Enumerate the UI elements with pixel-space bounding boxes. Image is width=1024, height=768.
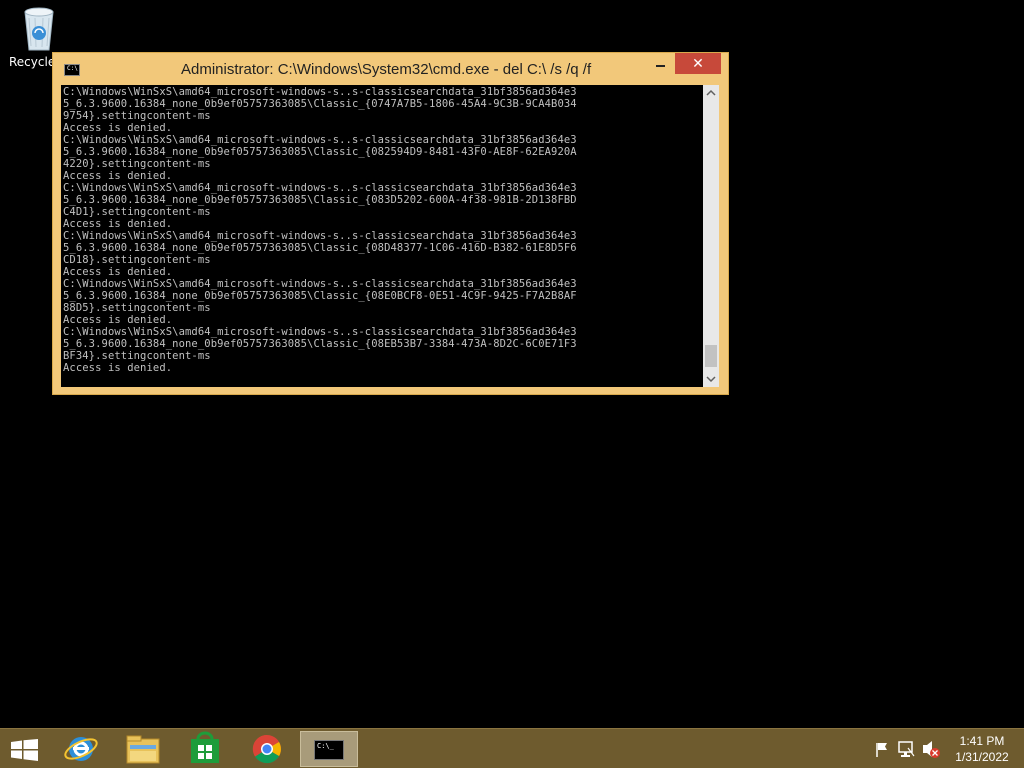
console-line: 9754}.settingcontent-ms — [63, 110, 211, 122]
action-center-flag-icon — [876, 743, 887, 757]
console-line: Access is denied. — [63, 266, 173, 278]
console-line: Access is denied. — [63, 314, 173, 326]
taskbar-chrome[interactable] — [240, 731, 294, 767]
cmd-window[interactable]: C:\ Administrator: C:\Windows\System32\c… — [52, 52, 729, 395]
console-line: C:\Windows\WinSxS\amd64_microsoft-window… — [63, 230, 577, 242]
network-icon — [898, 741, 915, 757]
console-line: 5_6.3.9600.16384_none_0b9ef05757363085\C… — [63, 98, 577, 110]
chevron-up-icon — [706, 89, 716, 96]
taskbar: C:\_ 1:41 PM 1/31/2022 — [0, 728, 1024, 768]
taskbar-internet-explorer[interactable] — [54, 731, 108, 767]
vertical-scrollbar[interactable] — [703, 85, 719, 387]
chrome-icon — [252, 734, 281, 764]
clock-time: 1:41 PM — [959, 734, 1005, 748]
console-line: 88D5}.settingcontent-ms — [63, 302, 211, 314]
minimize-button[interactable] — [648, 53, 674, 74]
windows-logo-icon — [11, 739, 39, 761]
cmd-app-icon[interactable]: C:\ — [64, 64, 80, 76]
console-line: CD18}.settingcontent-ms — [63, 254, 211, 266]
system-clock[interactable]: 1:41 PM 1/31/2022 — [948, 733, 1016, 765]
file-explorer-icon — [126, 735, 160, 764]
console-line: Access is denied. — [63, 362, 173, 374]
console-line: 5_6.3.9600.16384_none_0b9ef05757363085\C… — [63, 146, 577, 158]
window-controls: ✕ — [648, 53, 728, 74]
network-button[interactable] — [896, 729, 918, 768]
console-line: Access is denied. — [63, 122, 173, 134]
console-output[interactable]: C:\Windows\WinSxS\amd64_microsoft-window… — [63, 86, 703, 384]
console-line: C:\Windows\WinSxS\amd64_microsoft-window… — [63, 86, 577, 98]
clock-date: 1/31/2022 — [955, 750, 1009, 764]
taskbar-windows-store[interactable] — [178, 731, 232, 767]
scroll-up-button[interactable] — [703, 85, 719, 101]
volume-button[interactable] — [920, 729, 942, 768]
command-prompt-icon: C:\_ — [314, 740, 344, 760]
close-icon: ✕ — [692, 56, 704, 72]
window-titlebar[interactable]: C:\ Administrator: C:\Windows\System32\c… — [53, 53, 728, 85]
console-line: C4D1}.settingcontent-ms — [63, 206, 211, 218]
console-line: 5_6.3.9600.16384_none_0b9ef05757363085\C… — [63, 242, 577, 254]
console-line: C:\Windows\WinSxS\amd64_microsoft-window… — [63, 182, 577, 194]
console-line: C:\Windows\WinSxS\amd64_microsoft-window… — [63, 134, 577, 146]
volume-muted-icon — [923, 741, 940, 758]
console-line: C:\Windows\WinSxS\amd64_microsoft-window… — [63, 278, 577, 290]
console-line: 5_6.3.9600.16384_none_0b9ef05757363085\C… — [63, 194, 577, 206]
taskbar-command-prompt[interactable]: C:\_ — [300, 731, 358, 767]
console-line: BF34}.settingcontent-ms — [63, 350, 211, 362]
close-button[interactable]: ✕ — [675, 53, 721, 74]
windows-store-icon — [191, 731, 219, 763]
console-line: 5_6.3.9600.16384_none_0b9ef05757363085\C… — [63, 290, 577, 302]
taskbar-file-explorer[interactable] — [116, 731, 170, 767]
window-title: Administrator: C:\Windows\System32\cmd.e… — [181, 61, 592, 78]
console-line: C:\Windows\WinSxS\amd64_microsoft-window… — [63, 326, 577, 338]
console-line: Access is denied. — [63, 170, 173, 182]
recycle-bin-icon — [19, 6, 59, 52]
command-prompt-glyph: C:\_ — [317, 742, 334, 750]
console-line: Access is denied. — [63, 218, 173, 230]
console-area[interactable]: C:\Windows\WinSxS\amd64_microsoft-window… — [61, 85, 719, 387]
minimize-icon — [656, 65, 665, 67]
console-line: 5_6.3.9600.16384_none_0b9ef05757363085\C… — [63, 338, 577, 350]
start-button[interactable] — [0, 731, 50, 767]
chevron-down-icon — [706, 376, 716, 383]
scroll-down-button[interactable] — [703, 371, 719, 387]
scroll-thumb[interactable] — [705, 345, 717, 367]
internet-explorer-icon — [64, 737, 98, 761]
action-center-button[interactable] — [872, 729, 892, 768]
console-line: 4220}.settingcontent-ms — [63, 158, 211, 170]
